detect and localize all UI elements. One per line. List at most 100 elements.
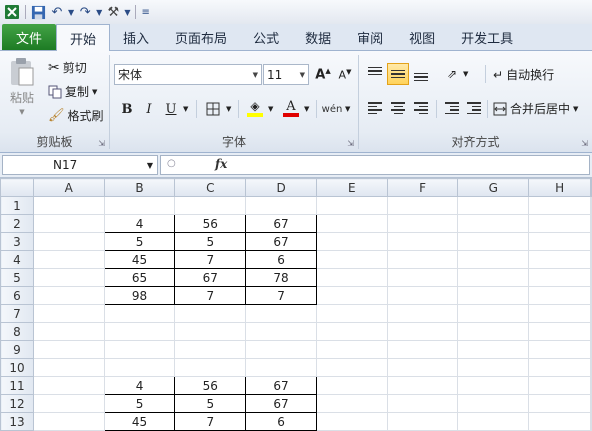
cell-e10[interactable] xyxy=(316,358,388,377)
font-size-box[interactable]: 11 ▼ xyxy=(263,64,309,85)
cell-h1[interactable] xyxy=(528,196,591,215)
decrease-font-size-button[interactable]: A▼ xyxy=(334,64,356,86)
cell-a5[interactable] xyxy=(33,268,105,287)
cell-a10[interactable] xyxy=(33,358,105,377)
cell-d2[interactable]: 67 xyxy=(245,214,317,233)
cell-f10[interactable] xyxy=(387,358,459,377)
cell-d13[interactable]: 6 xyxy=(245,412,317,431)
cell-a12[interactable] xyxy=(33,394,105,413)
wrap-text-button[interactable]: ↵ 自动换行 xyxy=(493,66,554,83)
row-header[interactable]: 10 xyxy=(0,358,34,377)
fill-color-button[interactable]: ◈ xyxy=(244,97,266,119)
cell-b11[interactable]: 4 xyxy=(103,376,176,395)
font-color-dropdown-icon[interactable]: ▼ xyxy=(304,105,309,113)
merge-center-button[interactable]: 合并后居中 ▼ xyxy=(493,100,578,117)
cell-a4[interactable] xyxy=(33,250,105,269)
cut-button[interactable]: ✂ 剪切 xyxy=(48,59,87,76)
cell-g3[interactable] xyxy=(457,232,530,251)
italic-button[interactable]: I xyxy=(138,98,160,120)
cell-c6[interactable]: 7 xyxy=(174,286,247,305)
tab-insert[interactable]: 插入 xyxy=(110,24,162,50)
cell-a2[interactable] xyxy=(33,214,105,233)
column-header-h[interactable]: H xyxy=(528,178,591,197)
cell-b2[interactable]: 4 xyxy=(103,214,176,233)
cell-h4[interactable] xyxy=(528,250,591,269)
cell-c13[interactable]: 7 xyxy=(174,412,247,431)
tab-file[interactable]: 文件 xyxy=(2,24,57,50)
underline-button[interactable]: U xyxy=(160,98,182,120)
cell-f1[interactable] xyxy=(387,196,459,215)
cell-e13[interactable] xyxy=(316,412,388,431)
cell-h3[interactable] xyxy=(528,232,591,251)
cell-b6[interactable]: 98 xyxy=(103,286,176,305)
save-icon[interactable] xyxy=(31,2,46,22)
row-header[interactable]: 11 xyxy=(0,376,34,395)
column-header-b[interactable]: B xyxy=(103,178,176,197)
cell-d8[interactable] xyxy=(245,322,317,341)
middle-align-button[interactable] xyxy=(387,63,409,85)
cell-g5[interactable] xyxy=(457,268,530,287)
cell-a9[interactable] xyxy=(33,340,105,359)
cell-f9[interactable] xyxy=(387,340,459,359)
row-header[interactable]: 12 xyxy=(0,394,34,413)
cell-f4[interactable] xyxy=(387,250,459,269)
cell-h10[interactable] xyxy=(528,358,591,377)
orientation-button[interactable]: ⇗ xyxy=(441,63,463,85)
cell-d9[interactable] xyxy=(245,340,317,359)
cell-f2[interactable] xyxy=(387,214,459,233)
column-header-c[interactable]: C xyxy=(174,178,247,197)
cell-c4[interactable]: 7 xyxy=(174,250,247,269)
cell-e4[interactable] xyxy=(316,250,388,269)
cell-f8[interactable] xyxy=(387,322,459,341)
cell-e8[interactable] xyxy=(316,322,388,341)
cell-c9[interactable] xyxy=(174,340,247,359)
row-header[interactable]: 7 xyxy=(0,304,34,323)
cell-d5[interactable]: 78 xyxy=(245,268,317,287)
cell-c2[interactable]: 56 xyxy=(174,214,247,233)
cell-f3[interactable] xyxy=(387,232,459,251)
cell-b12[interactable]: 5 xyxy=(103,394,176,413)
cell-d10[interactable] xyxy=(245,358,317,377)
tab-home[interactable]: 开始 xyxy=(56,24,111,51)
cell-e6[interactable] xyxy=(316,286,388,305)
cell-b10[interactable] xyxy=(104,358,176,377)
dialog-launcher-icon[interactable]: ⇲ xyxy=(347,139,354,148)
cell-b8[interactable] xyxy=(104,322,176,341)
cell-h6[interactable] xyxy=(528,286,591,305)
row-header[interactable]: 6 xyxy=(0,286,34,305)
customize-toolbar-icon[interactable]: ≡ xyxy=(141,2,149,22)
cell-d11[interactable]: 67 xyxy=(245,376,317,395)
column-header-d[interactable]: D xyxy=(245,178,317,197)
decrease-indent-button[interactable] xyxy=(441,97,463,119)
dialog-launcher-icon[interactable]: ⇲ xyxy=(98,139,105,148)
cell-f7[interactable] xyxy=(387,304,459,323)
bold-button[interactable]: B xyxy=(116,98,138,120)
cell-e9[interactable] xyxy=(316,340,388,359)
redo-dropdown-icon[interactable]: ▼ xyxy=(96,2,102,22)
cell-h12[interactable] xyxy=(528,394,591,413)
tab-view[interactable]: 视图 xyxy=(396,24,448,50)
borders-dropdown-icon[interactable]: ▼ xyxy=(226,105,231,113)
cell-e11[interactable] xyxy=(316,376,388,395)
cell-f11[interactable] xyxy=(387,376,459,395)
cell-f5[interactable] xyxy=(387,268,459,287)
formula-input[interactable]: ○ fx xyxy=(160,155,590,175)
cell-g1[interactable] xyxy=(457,196,530,215)
cell-c12[interactable]: 5 xyxy=(174,394,247,413)
redo-icon[interactable]: ↷ xyxy=(76,2,94,22)
top-align-button[interactable] xyxy=(364,63,386,85)
phonetic-dropdown-icon[interactable]: ▼ xyxy=(345,105,350,113)
copy-button[interactable]: 复制 ▼ xyxy=(48,83,97,100)
column-header-g[interactable]: G xyxy=(457,178,530,197)
cell-e3[interactable] xyxy=(316,232,388,251)
undo-dropdown-icon[interactable]: ▼ xyxy=(68,2,74,22)
orientation-dropdown-icon[interactable]: ▼ xyxy=(463,70,468,78)
cell-a3[interactable] xyxy=(33,232,105,251)
cell-c10[interactable] xyxy=(174,358,247,377)
cell-g9[interactable] xyxy=(457,340,530,359)
tab-data[interactable]: 数据 xyxy=(292,24,344,50)
font-color-button[interactable]: A xyxy=(280,97,302,119)
tab-page-layout[interactable]: 页面布局 xyxy=(162,24,240,50)
cell-g8[interactable] xyxy=(457,322,530,341)
cell-e1[interactable] xyxy=(316,196,388,215)
